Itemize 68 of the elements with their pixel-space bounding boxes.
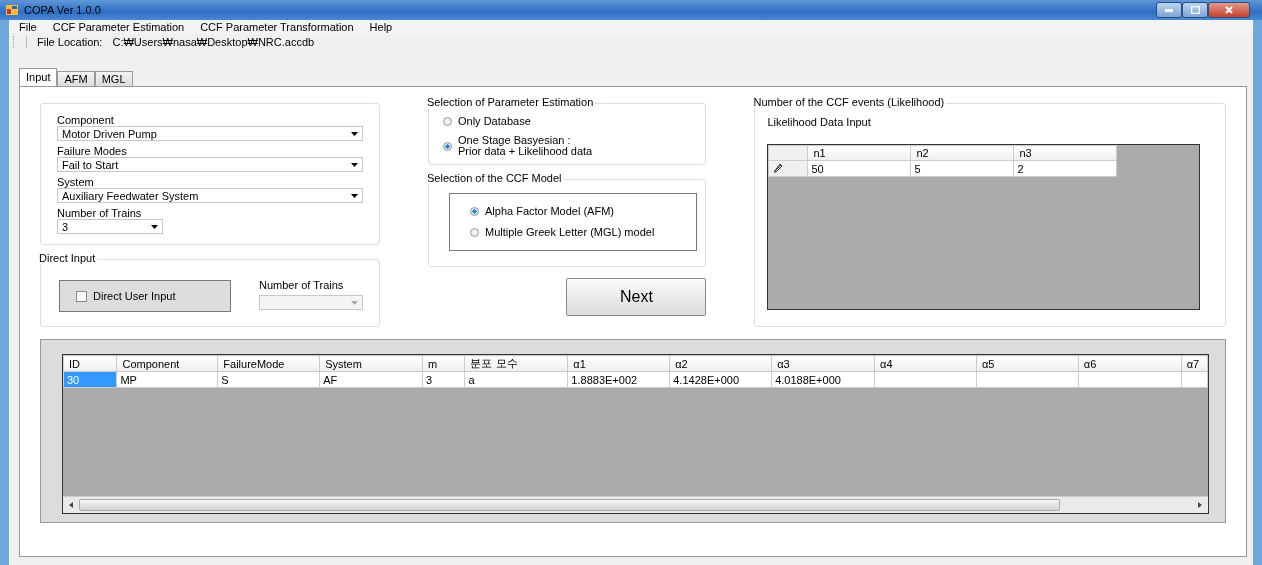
app-icon: [6, 5, 18, 15]
caret-icon: [351, 300, 358, 305]
caret-icon: [351, 162, 358, 167]
column-header[interactable]: n3: [1013, 145, 1117, 161]
column-header[interactable]: System: [319, 355, 423, 372]
caret-icon: [151, 224, 158, 229]
right-arrow-icon[interactable]: [1198, 502, 1202, 508]
column-header[interactable]: FailureMode: [217, 355, 320, 372]
menu-item[interactable]: CCF Parameter Estimation: [44, 21, 193, 33]
close-button[interactable]: [1208, 2, 1250, 18]
field-label: Component: [57, 114, 115, 126]
column-header[interactable]: α2: [669, 355, 772, 372]
maximize-icon: [1190, 6, 1200, 14]
column-header[interactable]: Component: [116, 355, 218, 372]
tab[interactable]: MGL: [94, 71, 133, 86]
group-title: Selection of Parameter Estimation: [427, 96, 596, 108]
file-location-label: File Location:: [37, 36, 103, 48]
field-label: Number of Trains: [259, 279, 345, 291]
field-label: Number of Trains: [57, 207, 143, 219]
column-header[interactable]: m: [422, 355, 465, 372]
scroll-thumb[interactable]: [79, 499, 1061, 511]
minimize-button[interactable]: [1156, 2, 1182, 18]
column-header[interactable]: n2: [910, 145, 1014, 161]
column-header[interactable]: ID: [63, 355, 117, 372]
column-header[interactable]: α5: [976, 355, 1079, 372]
radio-button[interactable]: [443, 141, 452, 151]
column-header[interactable]: α3: [771, 355, 875, 372]
column-header[interactable]: α7: [1181, 355, 1208, 372]
field-label: System: [57, 176, 95, 188]
file-path: C:₩Users₩nasa₩Desktop₩NRC.accdb: [112, 36, 315, 48]
radio-label: Multiple Greek Letter (MGL) model: [485, 227, 655, 238]
horizontal-scrollbar[interactable]: [63, 496, 1208, 513]
next-button[interactable]: Next: [566, 278, 707, 316]
column-header[interactable]: 분포 모수: [464, 355, 568, 372]
column-header[interactable]: α1: [567, 355, 670, 372]
column-header[interactable]: α6: [1078, 355, 1182, 372]
radio-button[interactable]: [470, 228, 479, 237]
column-header[interactable]: n1: [807, 145, 911, 161]
caret-icon: [351, 131, 358, 136]
group-title: Number of the CCF events (Likelihood): [753, 96, 947, 108]
field-label: Failure Modes: [57, 145, 128, 157]
direct-input-toggle[interactable]: Direct User Input: [59, 280, 231, 312]
radio-label: One Stage Basyesian : Prior data + Likelihood data: [458, 135, 593, 157]
tab[interactable]: AFM: [57, 71, 95, 86]
radio-label: Alpha Factor Model (AFM): [485, 206, 614, 217]
maximize-button[interactable]: [1182, 2, 1208, 18]
left-arrow-icon[interactable]: [69, 502, 73, 508]
window-title: COPA Ver 1.0.0: [24, 4, 102, 16]
caret-icon: [351, 193, 358, 198]
dropdown[interactable]: Fail to Start: [57, 157, 363, 172]
tab[interactable]: Input: [19, 68, 58, 86]
section-label: Likelihood Data Input: [767, 116, 872, 128]
menu-item[interactable]: Help: [361, 21, 401, 33]
menu-item[interactable]: File: [11, 21, 45, 33]
minimize-icon: [1165, 8, 1173, 12]
pencil-icon: [773, 162, 784, 173]
dropdown[interactable]: Motor Driven Pump: [57, 126, 363, 141]
radio-button[interactable]: [470, 207, 479, 216]
menu-item[interactable]: CCF Parameter Transformation: [192, 21, 362, 33]
column-header[interactable]: α4: [874, 355, 977, 372]
close-icon: [1225, 6, 1233, 14]
checkbox[interactable]: [76, 290, 87, 302]
group-title: Selection of the CCF Model: [427, 172, 564, 184]
group-title: Direct Input: [39, 252, 98, 264]
dropdown[interactable]: Auxiliary Feedwater System: [57, 188, 363, 203]
radio-label: Only Database: [458, 116, 531, 127]
dropdown[interactable]: 3: [57, 219, 163, 234]
radio-button[interactable]: [443, 117, 452, 126]
